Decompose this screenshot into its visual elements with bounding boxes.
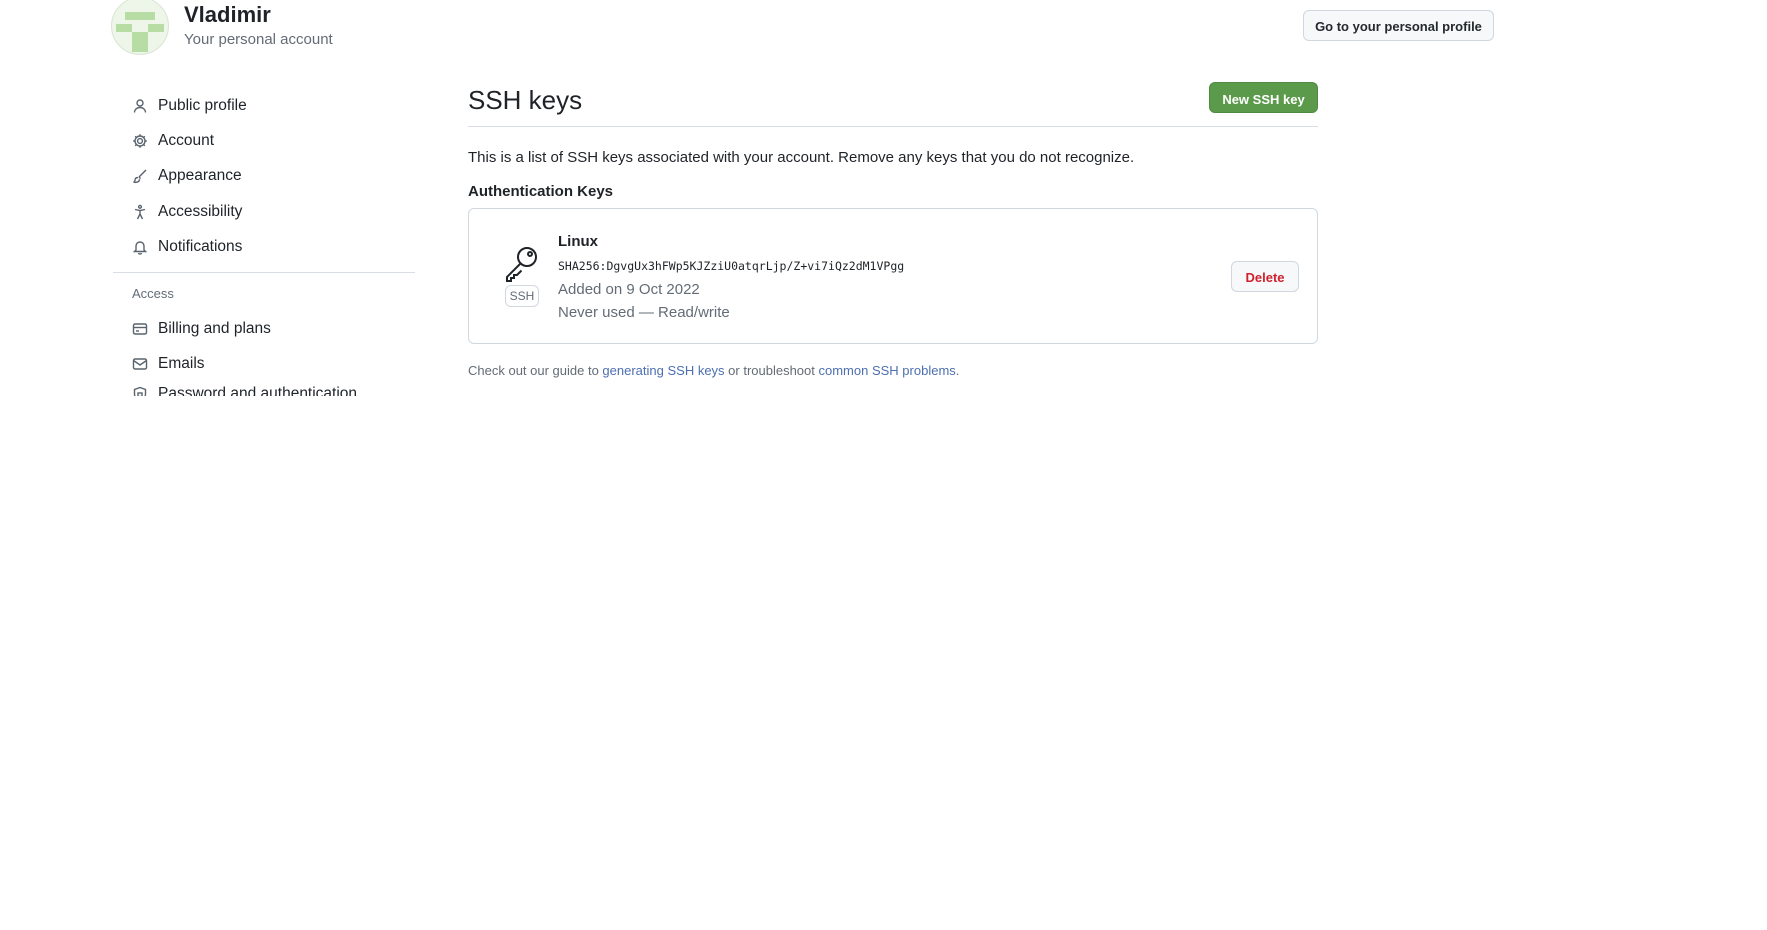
gear-icon	[131, 132, 149, 150]
sidebar-item-label: Public profile	[158, 96, 247, 114]
bell-icon	[131, 238, 149, 256]
page-title: SSH keys	[468, 85, 583, 115]
accessibility-icon	[131, 203, 149, 221]
sidebar-item-label: Account	[158, 131, 215, 149]
ssh-key-list: SSH Linux SHA256:DgvgUx3hFWp5KJZziU0atqr…	[468, 208, 1318, 344]
sidebar-clip: Password and authentication	[113, 382, 415, 397]
sidebar-item-account[interactable]: Account	[113, 123, 415, 158]
sidebar-item-emails[interactable]: Emails	[113, 347, 415, 382]
generating-ssh-keys-link[interactable]: generating SSH keys	[602, 363, 724, 378]
sidebar-item-notifications[interactable]: Notifications	[113, 229, 415, 264]
sidebar-item-public-profile[interactable]: Public profile	[113, 88, 415, 123]
sidebar-item-accessibility[interactable]: Accessibility	[113, 194, 415, 229]
key-usage: Never used — Read/write	[558, 304, 730, 321]
sidebar-item-label: Appearance	[158, 167, 242, 185]
new-ssh-key-button[interactable]: New SSH key	[1209, 82, 1318, 113]
help-note-middle: or troubleshoot	[724, 363, 819, 378]
help-note: Check out our guide to generating SSH ke…	[468, 363, 959, 378]
go-to-profile-button[interactable]: Go to your personal profile	[1303, 10, 1494, 41]
sidebar-item-appearance[interactable]: Appearance	[113, 159, 415, 194]
paintbrush-icon	[131, 167, 149, 185]
avatar[interactable]	[111, 0, 169, 55]
sidebar-heading-access: Access	[132, 286, 174, 302]
intro-text: This is a list of SSH keys associated wi…	[468, 149, 1135, 166]
settings-page: Vladimir Your personal account Go to you…	[0, 0, 1767, 930]
sidebar-divider	[113, 272, 415, 274]
mail-icon	[131, 355, 149, 373]
key-title: Linux	[558, 233, 598, 250]
credit-card-icon	[131, 320, 149, 338]
sidebar-item-password[interactable]: Password and authentication	[113, 382, 415, 397]
key-fingerprint: SHA256:DgvgUx3hFWp5KJZziU0atqrLjp/Z+vi7i…	[558, 259, 905, 273]
account-name[interactable]: Vladimir	[184, 2, 271, 28]
key-icon	[502, 243, 542, 283]
help-note-prefix: Check out our guide to	[468, 363, 603, 378]
help-note-suffix: .	[955, 363, 960, 378]
sidebar-item-label: Accessibility	[158, 202, 243, 220]
common-ssh-problems-link[interactable]: common SSH problems	[819, 363, 956, 378]
delete-key-button[interactable]: Delete	[1231, 261, 1299, 292]
key-type-badge: SSH	[505, 285, 539, 307]
shield-lock-icon	[131, 385, 149, 397]
sidebar-item-label: Emails	[158, 355, 205, 373]
settings-sidebar: Public profile Account Appearance Access…	[113, 88, 415, 397]
key-added-date: Added on 9 Oct 2022	[558, 281, 700, 298]
sidebar-item-billing[interactable]: Billing and plans	[113, 311, 415, 346]
person-icon	[131, 97, 149, 115]
sidebar-item-label: Billing and plans	[158, 320, 271, 338]
sidebar-item-label: Notifications	[158, 237, 243, 255]
account-subtitle: Your personal account	[184, 31, 333, 48]
section-heading: Authentication Keys	[468, 183, 614, 200]
title-divider	[468, 126, 1318, 127]
sidebar-item-label: Password and authentication	[158, 384, 358, 397]
